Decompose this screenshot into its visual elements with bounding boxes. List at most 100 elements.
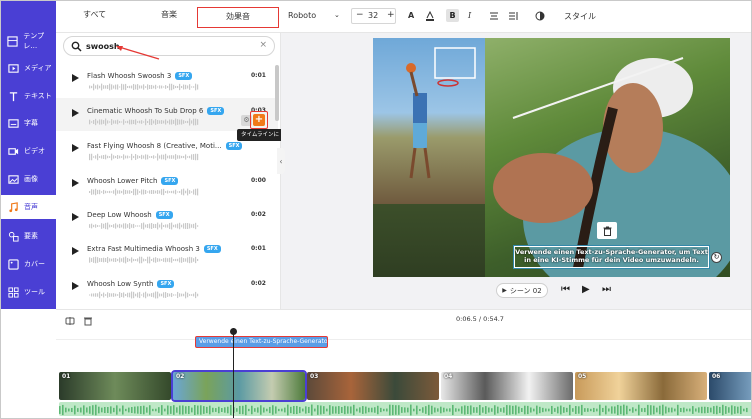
list-item[interactable]: Whoosh Low Synth SFX 0:02 — [56, 271, 278, 304]
sidebar-item-label: テンプレ… — [23, 32, 45, 50]
split-icon[interactable] — [65, 316, 75, 326]
sidebar-item-tools[interactable]: ツール — [1, 280, 56, 304]
sidebar-item-elements[interactable]: 要素 — [1, 224, 56, 248]
tab-music[interactable]: 音楽 — [161, 9, 177, 20]
play-icon[interactable]: ▶ — [582, 284, 590, 295]
scene-image-basketball — [373, 38, 485, 204]
app-window: テンプレ… メディア テキスト 字幕 ビデオ 画像 音声 要素 カバー ツール … — [0, 0, 752, 419]
list-item[interactable]: Flash Whoosh Swoosh 3 SFX 0:01 — [56, 63, 278, 96]
increase-size-button[interactable]: + — [387, 10, 395, 20]
font-color-icon[interactable]: A — [408, 11, 414, 20]
audio-waveform — [59, 404, 748, 416]
sidebar-item-media[interactable]: メディア — [1, 56, 56, 80]
scene-clip[interactable]: 01 — [59, 372, 171, 400]
subtitle-icon — [7, 117, 19, 129]
play-icon[interactable] — [72, 144, 79, 152]
trash-icon — [603, 226, 611, 236]
playhead[interactable] — [233, 328, 234, 418]
sidebar-item-cover[interactable]: カバー — [1, 252, 56, 276]
scene-clip-selected[interactable]: 02 — [171, 370, 307, 402]
italic-button[interactable]: I — [468, 11, 471, 20]
time-display: 0:06.5 / 0:54.7 — [456, 315, 504, 323]
sidebar-item-label: 字幕 — [24, 119, 38, 127]
add-to-timeline-tooltip: タイムラインに — [237, 129, 283, 141]
line-spacing-icon[interactable] — [508, 11, 518, 23]
tab-sfx-label: 効果音 — [226, 12, 250, 21]
sidebar-item-label: 要素 — [24, 232, 38, 240]
collapse-panel-button[interactable]: ‹ — [277, 148, 285, 174]
play-icon[interactable] — [72, 109, 79, 117]
clear-search-icon[interactable]: × — [259, 40, 267, 50]
sidebar-item-label: 音声 — [24, 203, 38, 211]
video-icon — [7, 145, 19, 157]
scene-clip[interactable]: 06 — [709, 372, 751, 400]
scene-label: シーン 02 — [509, 286, 542, 295]
sidebar-item-text[interactable]: テキスト — [1, 84, 56, 108]
video-preview[interactable] — [373, 38, 730, 277]
list-item[interactable]: Extra Fast Multimedia Whoosh 3 SFX 0:01 — [56, 236, 278, 269]
play-icon[interactable] — [72, 213, 79, 221]
text-clip[interactable]: Verwende einen Text-zu-Sprache-Generator… — [195, 336, 328, 348]
sound-duration: 0:01 — [251, 245, 266, 252]
play-icon[interactable] — [72, 74, 79, 82]
sidebar: テンプレ… メディア テキスト 字幕 ビデオ 画像 音声 要素 カバー ツール — [1, 1, 56, 309]
play-icon[interactable] — [72, 247, 79, 255]
caption-text[interactable]: Verwende einen Text-zu-Sprache-Generator… — [514, 248, 709, 264]
waveform — [89, 256, 199, 264]
tab-all[interactable]: すべて — [83, 9, 106, 20]
waveform — [89, 188, 199, 196]
sidebar-item-video[interactable]: ビデオ — [1, 139, 56, 163]
audio-track[interactable] — [59, 402, 751, 416]
font-size-value[interactable]: 32 — [368, 11, 378, 20]
style-button[interactable]: スタイル — [564, 11, 596, 22]
cover-icon — [7, 258, 19, 270]
scene-clip[interactable]: 05 — [575, 372, 707, 400]
decrease-size-button[interactable]: − — [356, 10, 364, 20]
scene-clip[interactable]: 03 — [307, 372, 439, 400]
media-icon — [7, 62, 19, 74]
sfx-badge: SFX — [155, 211, 173, 219]
template-icon — [7, 35, 18, 47]
list-item[interactable]: Deep Low Whoosh SFX 0:02 — [56, 202, 278, 235]
waveform — [89, 153, 199, 161]
sound-list: Flash Whoosh Swoosh 3 SFX 0:01 Cinematic … — [56, 61, 281, 305]
sidebar-item-label: ビデオ — [24, 147, 45, 155]
sidebar-item-image[interactable]: 画像 — [1, 167, 56, 191]
image-icon — [7, 173, 19, 185]
next-scene-icon[interactable]: ⏭ — [602, 284, 611, 295]
sidebar-item-label: テキスト — [24, 92, 52, 100]
list-item[interactable]: Whoosh Lower Pitch SFX 0:00 — [56, 168, 278, 201]
sidebar-item-template[interactable]: テンプレ… — [1, 29, 56, 53]
search-icon — [71, 41, 82, 52]
sfx-badge: SFX — [157, 280, 175, 288]
play-icon[interactable] — [72, 179, 79, 187]
scene-selector-button[interactable]: ▶ シーン 02 — [496, 283, 548, 298]
search-input[interactable] — [86, 39, 246, 53]
time-ruler[interactable] — [56, 330, 751, 340]
play-icon[interactable] — [72, 282, 79, 290]
tab-sfx[interactable]: 効果音 — [197, 7, 279, 28]
font-size-stepper[interactable]: − 32 + — [351, 8, 396, 24]
sound-duration: 0:02 — [251, 211, 266, 218]
sidebar-item-audio[interactable]: 音声 — [1, 195, 56, 219]
sound-title: Extra Fast Multimedia Whoosh 3 — [87, 245, 200, 253]
scene-clip[interactable]: 04 — [441, 372, 573, 400]
playhead-handle[interactable] — [230, 328, 237, 335]
sound-title: Whoosh Lower Pitch — [87, 177, 158, 185]
highlight-color-icon[interactable] — [425, 10, 435, 23]
search-box[interactable]: × — [63, 36, 275, 56]
rotate-icon[interactable]: ↻ — [711, 252, 722, 263]
trash-icon[interactable] — [83, 316, 93, 326]
font-select[interactable]: Roboto — [288, 11, 316, 20]
opacity-icon[interactable] — [535, 11, 545, 23]
delete-text-button[interactable] — [597, 222, 617, 239]
sidebar-item-subtitle[interactable]: 字幕 — [1, 111, 56, 135]
previous-scene-icon[interactable]: ⏮ — [561, 284, 570, 295]
chevron-down-icon[interactable]: ⌄ — [334, 11, 340, 19]
waveform — [89, 222, 199, 230]
waveform — [89, 83, 199, 91]
align-center-icon[interactable] — [489, 11, 499, 23]
bold-button[interactable]: B — [446, 9, 459, 22]
add-to-timeline-button[interactable]: + — [253, 114, 265, 126]
list-scrollbar[interactable] — [275, 65, 279, 121]
